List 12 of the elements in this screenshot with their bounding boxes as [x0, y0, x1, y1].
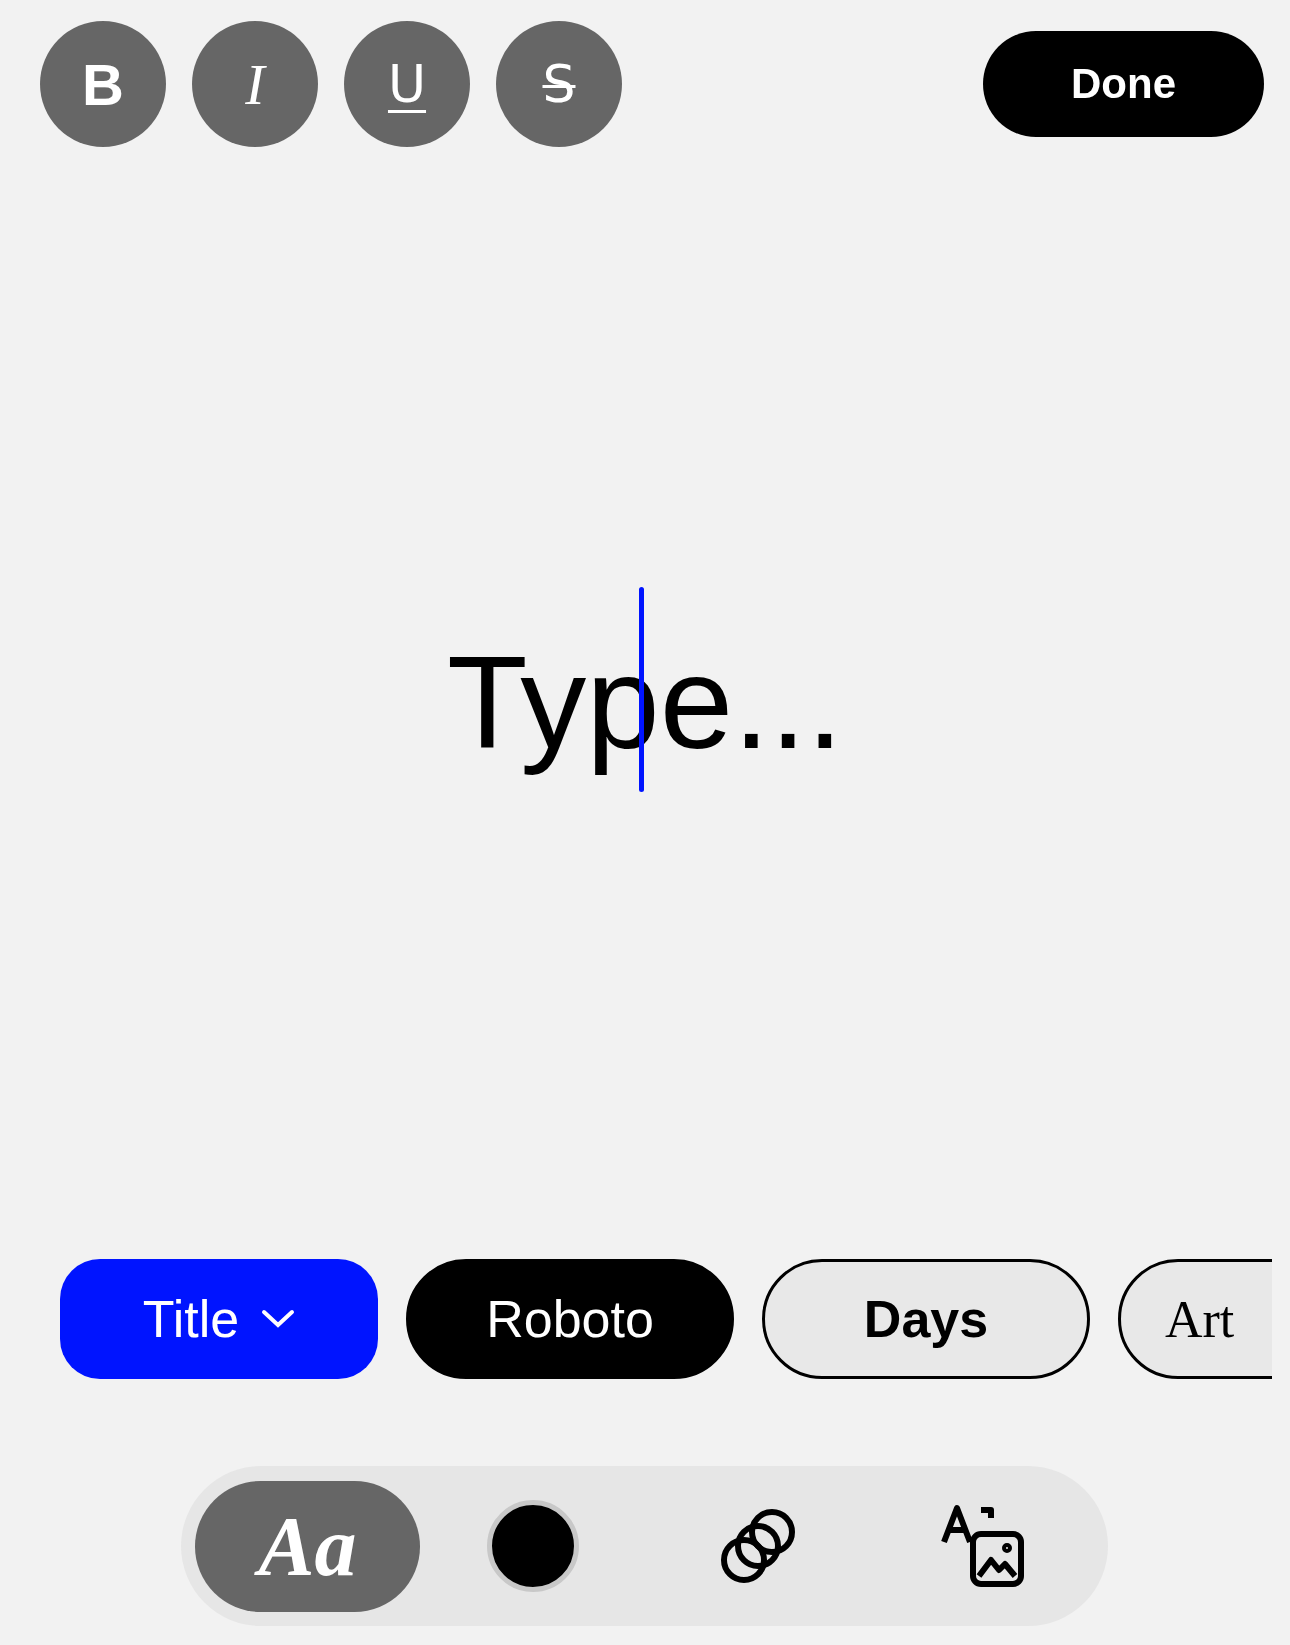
- chevron-down-icon: [261, 1309, 296, 1329]
- done-button[interactable]: Done: [983, 31, 1264, 137]
- font-chip[interactable]: Days: [762, 1259, 1090, 1379]
- image-frame-icon: [940, 1504, 1025, 1588]
- style-dropdown[interactable]: Title: [60, 1259, 378, 1379]
- underline-button[interactable]: U: [344, 21, 470, 147]
- italic-button[interactable]: I: [192, 21, 318, 147]
- text-style-tab[interactable]: Aa: [195, 1480, 420, 1612]
- strikethrough-button[interactable]: S: [496, 21, 622, 147]
- font-chip[interactable]: Roboto: [406, 1259, 734, 1379]
- bold-button[interactable]: B: [40, 21, 166, 147]
- font-chip[interactable]: Art: [1118, 1259, 1272, 1379]
